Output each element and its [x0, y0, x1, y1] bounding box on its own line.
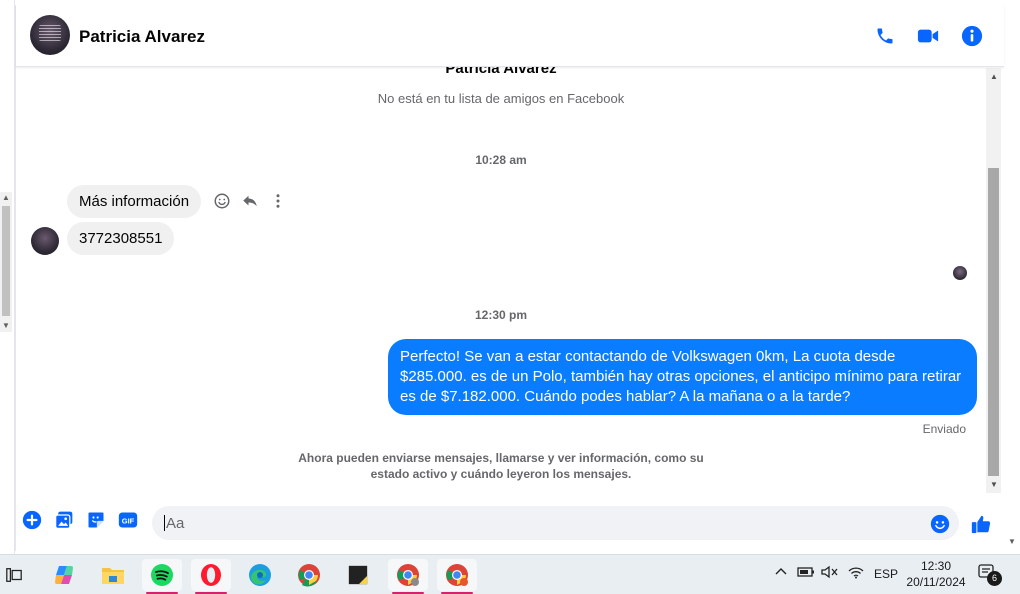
gif-icon[interactable]: GIF — [118, 510, 138, 530]
input-language[interactable]: ESP — [874, 567, 898, 581]
intro-subtitle: No está en tu lista de amigos en Faceboo… — [377, 91, 625, 106]
text-caret — [164, 515, 165, 531]
more-options-icon[interactable] — [268, 191, 288, 211]
battery-icon[interactable] — [797, 565, 815, 579]
scroll-up-arrow-icon[interactable]: ▲ — [2, 194, 10, 202]
file-explorer-icon[interactable] — [93, 559, 133, 591]
incoming-message[interactable]: Más información — [67, 185, 202, 218]
chat-header: Patricia Alvarez — [16, 5, 1004, 67]
outgoing-message[interactable]: Perfecto! Se van a estar contactando de … — [388, 339, 977, 415]
delivery-status: Enviado — [922, 422, 966, 436]
chrome-profile-icon[interactable] — [388, 559, 428, 594]
sticky-notes-icon[interactable] — [338, 559, 378, 591]
volume-muted-icon[interactable] — [821, 565, 839, 579]
add-icon[interactable] — [22, 510, 42, 530]
contact-avatar[interactable] — [30, 15, 70, 55]
photo-icon[interactable] — [54, 510, 74, 530]
incoming-message[interactable]: 3772308551 — [67, 222, 175, 255]
privacy-notice: Ahora pueden enviarse mensajes, llamarse… — [298, 451, 704, 481]
chat-scrollbar-thumb[interactable] — [988, 168, 999, 476]
timestamp: 10:28 am — [475, 153, 527, 167]
clock-time: 12:30 — [920, 559, 952, 573]
scroll-down-arrow-icon[interactable]: ▼ — [990, 480, 998, 489]
seen-indicator-avatar — [953, 266, 967, 280]
edge-browser-icon[interactable] — [240, 559, 280, 591]
message-actions — [212, 191, 288, 211]
scroll-down-arrow-icon[interactable]: ▼ — [1008, 537, 1016, 546]
scroll-up-arrow-icon[interactable]: ▲ — [990, 72, 998, 81]
windows-taskbar: ESP 12:30 20/11/2024 6 — [0, 554, 1020, 594]
video-call-icon[interactable] — [915, 23, 941, 49]
chrome-profile-icon[interactable] — [437, 559, 477, 594]
system-clock[interactable]: 12:30 20/11/2024 — [898, 558, 974, 590]
wifi-icon[interactable] — [848, 565, 864, 579]
left-scrollbar-thumb[interactable] — [2, 206, 10, 316]
spotify-icon[interactable] — [142, 559, 182, 594]
emoji-icon[interactable] — [930, 514, 950, 534]
chat-window: Patricia Alvarez Patricia Alvarez No est… — [15, 5, 1004, 551]
sticker-icon[interactable] — [86, 510, 106, 530]
timestamp: 12:30 pm — [474, 308, 528, 322]
message-input[interactable]: Aa — [152, 506, 959, 540]
page-scrollbar[interactable]: ▼ — [1003, 0, 1020, 554]
message-input-placeholder: Aa — [166, 515, 185, 532]
left-scrollbar[interactable]: ▲ ▼ — [0, 192, 12, 332]
chat-scrollbar[interactable]: ▲ ▼ — [986, 68, 1001, 493]
react-emoji-icon[interactable] — [212, 191, 232, 211]
gif-icon-label: GIF — [122, 516, 135, 525]
reply-icon[interactable] — [240, 191, 260, 211]
scroll-down-arrow-icon[interactable]: ▼ — [2, 322, 10, 330]
like-thumbs-up-icon[interactable] — [969, 512, 993, 536]
show-hidden-icons-chevron-icon[interactable] — [774, 565, 788, 579]
copilot-icon[interactable] — [44, 559, 84, 591]
chrome-icon[interactable] — [289, 559, 329, 591]
notification-count-badge: 6 — [987, 571, 1002, 586]
screen: ▲ ▼ Patricia Alvarez Patricia Alvarez No… — [0, 0, 1020, 594]
clock-date: 20/11/2024 — [906, 575, 966, 589]
phone-call-icon[interactable] — [872, 23, 898, 49]
info-icon[interactable] — [959, 23, 985, 49]
opera-browser-icon[interactable] — [191, 559, 231, 594]
contact-name[interactable]: Patricia Alvarez — [79, 27, 205, 47]
sender-avatar[interactable] — [31, 227, 59, 255]
task-view-icon[interactable] — [0, 559, 34, 591]
message-composer: GIF Aa — [16, 500, 1004, 550]
